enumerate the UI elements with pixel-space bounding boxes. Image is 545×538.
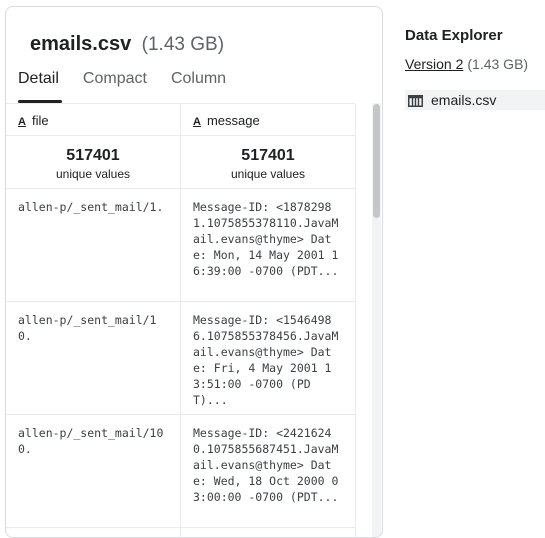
unique-label: unique values bbox=[230, 167, 306, 181]
file-list-item[interactable]: emails.csv bbox=[405, 90, 545, 110]
unique-label: unique values bbox=[55, 167, 131, 181]
column-message: Amessage 517401 unique values Message-ID… bbox=[181, 104, 356, 537]
table-cell: allen-p/_sent_mail/1. bbox=[6, 189, 180, 302]
table-cell: Message-ID: <18782981.1075855378110.Java… bbox=[181, 189, 355, 302]
scrollbar-thumb[interactable] bbox=[373, 104, 380, 218]
file-title: emails.csv (1.43 GB) bbox=[30, 33, 224, 56]
view-tabs: Detail Compact Column bbox=[18, 67, 250, 97]
table-cell: Message-ID: <24216240.1075855687451.Java… bbox=[181, 415, 355, 528]
column-summary: 517401 unique values bbox=[181, 136, 355, 189]
column-header-message[interactable]: Amessage bbox=[181, 104, 355, 136]
unique-count: 517401 bbox=[66, 147, 120, 164]
table-cell: Message-ID: <15464986.1075855378456.Java… bbox=[181, 302, 355, 415]
tab-column[interactable]: Column bbox=[171, 67, 226, 97]
string-type-icon: A bbox=[18, 116, 26, 128]
file-list-item-label: emails.csv bbox=[431, 92, 497, 108]
tab-compact[interactable]: Compact bbox=[83, 67, 147, 97]
column-header-file[interactable]: Afile bbox=[6, 104, 180, 136]
table-icon bbox=[408, 94, 423, 110]
column-header-label: file bbox=[31, 113, 49, 128]
string-type-icon: A bbox=[193, 116, 201, 128]
file-header: emails.csv (1.43 GB) Detail Compact Colu… bbox=[6, 7, 382, 103]
unique-count: 517401 bbox=[241, 147, 295, 164]
version-size: (1.43 GB) bbox=[467, 56, 529, 72]
column-file: Afile 517401 unique values allen-p/_sent… bbox=[6, 104, 181, 537]
table-cell: allen-p/_sent_mail/100. bbox=[6, 415, 180, 528]
file-size: (1.43 GB) bbox=[141, 34, 225, 55]
column-header-label: message bbox=[206, 113, 260, 128]
column-summary: 517401 unique values bbox=[6, 136, 180, 189]
version-info: Version 2 (1.43 GB) bbox=[405, 56, 528, 72]
version-link[interactable]: Version 2 bbox=[405, 56, 463, 72]
data-table: Afile 517401 unique values allen-p/_sent… bbox=[6, 103, 356, 537]
tab-detail[interactable]: Detail bbox=[18, 67, 59, 97]
file-name: emails.csv bbox=[30, 33, 132, 55]
table-cell: allen-p/_sent_mail/10. bbox=[6, 302, 180, 415]
file-preview-card: emails.csv (1.43 GB) Detail Compact Colu… bbox=[5, 6, 383, 538]
data-explorer-title: Data Explorer bbox=[405, 27, 503, 44]
